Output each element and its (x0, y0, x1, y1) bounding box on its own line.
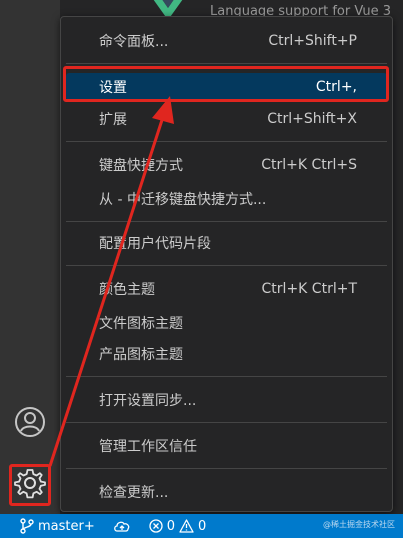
error-icon (149, 519, 163, 533)
menu-item-migrate-keybindings[interactable]: 从 - 中迁移键盘快捷方式... (66, 185, 387, 213)
menu-item-label: 管理工作区信任 (99, 439, 197, 455)
menu-item-file-icon-theme[interactable]: 文件图标主题 (66, 309, 387, 337)
menu-item-workspace-trust[interactable]: 管理工作区信任 (66, 432, 387, 460)
menu-item-keyboard-shortcuts[interactable]: 键盘快捷方式 Ctrl+K Ctrl+S (66, 151, 387, 179)
menu-item-color-theme[interactable]: 颜色主题 Ctrl+K Ctrl+T (66, 275, 387, 303)
menu-item-user-snippets[interactable]: 配置用户代码片段 (66, 229, 387, 257)
menu-item-label: 检查更新... (99, 485, 169, 501)
activity-bar (0, 0, 60, 514)
menu-item-label: 命令面板... (99, 34, 169, 50)
menu-separator (66, 221, 387, 222)
menu-item-shortcut: Ctrl+Shift+P (268, 33, 357, 49)
cloud-upload-icon (113, 521, 130, 532)
menu-item-command-palette[interactable]: 命令面板... Ctrl+Shift+P (66, 27, 387, 55)
menu-item-label: 配置用户代码片段 (99, 236, 211, 252)
menu-separator (66, 468, 387, 469)
menu-separator (66, 376, 387, 377)
branch-indicator[interactable]: master+ (20, 518, 95, 534)
account-icon[interactable] (12, 404, 48, 440)
annotation-highlight-settings (63, 66, 389, 102)
status-bar: master+ 0 0 @稀土掘金技术社区 (0, 514, 403, 538)
menu-item-label: 产品图标主题 (99, 347, 183, 363)
menu-item-label: 颜色主题 (99, 282, 155, 298)
menu-item-shortcut: Ctrl+Shift+X (267, 111, 357, 127)
menu-separator (66, 265, 387, 266)
menu-item-label: 文件图标主题 (99, 316, 183, 332)
git-branch-icon (20, 518, 34, 534)
watermark: @稀土掘金技术社区 (323, 520, 395, 529)
error-count: 0 (166, 518, 176, 534)
warning-icon (179, 519, 194, 533)
menu-separator (66, 141, 387, 142)
problems-indicator[interactable]: 0 0 (149, 518, 207, 534)
branch-name: master+ (38, 518, 95, 534)
sync-button[interactable] (113, 519, 131, 533)
menu-item-settings-sync[interactable]: 打开设置同步... (66, 386, 387, 414)
menu-item-label: 键盘快捷方式 (99, 158, 183, 174)
menu-separator (66, 63, 387, 64)
menu-item-shortcut: Ctrl+K Ctrl+T (261, 281, 357, 297)
warning-count: 0 (198, 518, 207, 534)
menu-item-check-updates[interactable]: 检查更新... (66, 478, 387, 506)
menu-item-shortcut: Ctrl+K Ctrl+S (261, 157, 357, 173)
menu-item-product-icon-theme[interactable]: 产品图标主题 (66, 340, 387, 368)
menu-item-label: 打开设置同步... (99, 393, 197, 409)
menu-item-extensions[interactable]: 扩展 Ctrl+Shift+X (66, 105, 387, 133)
menu-item-label: 扩展 (99, 112, 127, 128)
annotation-highlight-gear (9, 464, 51, 506)
menu-separator (66, 422, 387, 423)
menu-item-label: 从 - 中迁移键盘快捷方式... (99, 192, 267, 208)
